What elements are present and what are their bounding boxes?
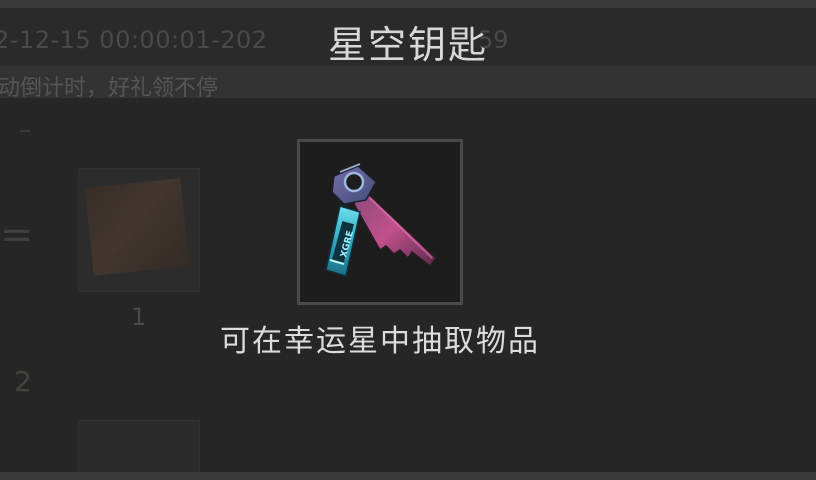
list-index: 2 — [14, 365, 32, 398]
item-title: 星空钥匙 — [327, 23, 488, 67]
item-popup-screen: 2-12-15 00:00:01-202 59 动倒计时，好礼领不停 = 1 2… — [0, 0, 816, 480]
item-description: 可在幸运星中抽取物品 — [220, 324, 540, 359]
reward-card-second[interactable] — [78, 420, 200, 480]
top-bar — [0, 0, 816, 8]
reward-card-image — [84, 178, 190, 276]
star-key-icon: XGRE — [325, 163, 438, 277]
bottom-bar — [0, 472, 816, 480]
equals-sign: = — [0, 212, 34, 258]
reward-card[interactable] — [78, 168, 200, 292]
item-icon-frame: XGRE — [297, 139, 463, 305]
divider — [20, 130, 30, 132]
